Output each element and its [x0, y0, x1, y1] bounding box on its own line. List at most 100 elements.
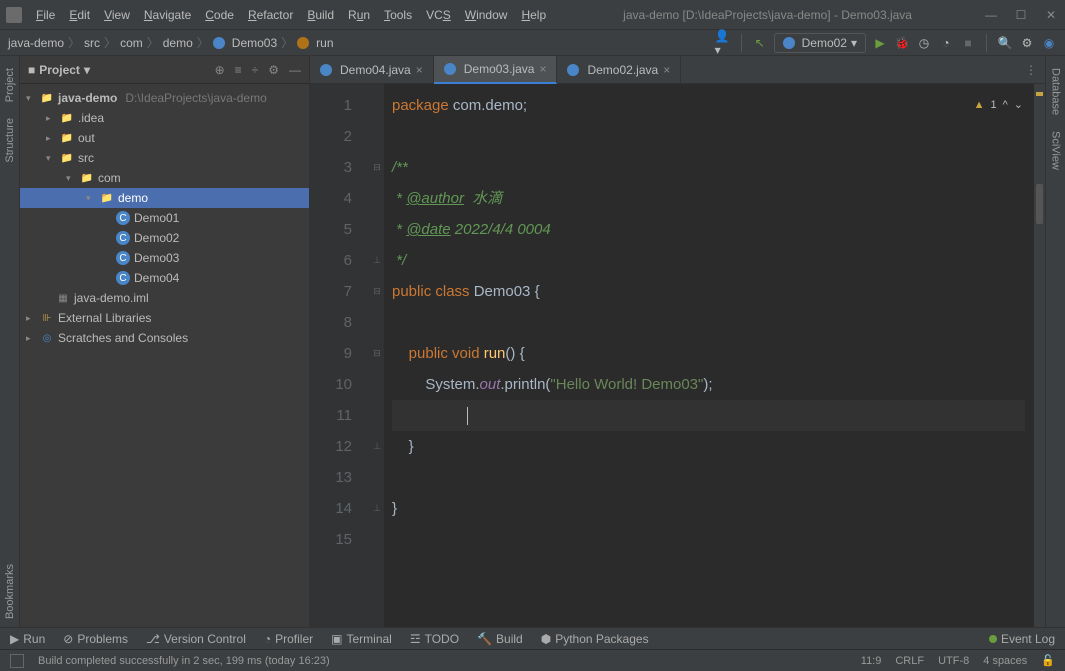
- tree-src[interactable]: ▾📁src: [20, 148, 309, 168]
- menu-vcs[interactable]: VCS: [420, 5, 457, 25]
- menu-help[interactable]: Help: [515, 5, 552, 25]
- file-encoding[interactable]: UTF-8: [938, 655, 969, 667]
- close-button[interactable]: ✕: [1043, 8, 1059, 22]
- tool-version-control[interactable]: ⎇ Version Control: [146, 632, 246, 646]
- editor-tab-more[interactable]: ⋮: [1017, 63, 1045, 77]
- menu-view[interactable]: View: [98, 5, 136, 25]
- close-tab-icon[interactable]: ×: [539, 62, 546, 76]
- tree-demo01[interactable]: CDemo01: [20, 208, 309, 228]
- menu-file[interactable]: File: [30, 5, 61, 25]
- menu-build[interactable]: Build: [301, 5, 340, 25]
- breadcrumb-sep: 〉: [68, 34, 80, 51]
- breadcrumb-sep: 〉: [104, 34, 116, 51]
- method-icon: [297, 37, 309, 49]
- hide-icon[interactable]: —: [289, 63, 301, 77]
- tree-demo04[interactable]: CDemo04: [20, 268, 309, 288]
- tree-root[interactable]: ▾📁 java-demo D:\IdeaProjects\java-demo: [20, 88, 309, 108]
- tool-profiler[interactable]: ◔ Profiler: [264, 632, 313, 646]
- collapse-all-icon[interactable]: ÷: [252, 63, 259, 77]
- tree-external-libraries[interactable]: ▸⊪External Libraries: [20, 308, 309, 328]
- menu-navigate[interactable]: Navigate: [138, 5, 197, 25]
- select-opened-file-icon[interactable]: ⊕: [215, 63, 225, 77]
- tool-project-tab[interactable]: Project: [2, 60, 18, 110]
- settings-icon[interactable]: ⚙: [268, 63, 279, 77]
- minimize-button[interactable]: —: [983, 8, 999, 22]
- build-icon[interactable]: ↖: [752, 35, 768, 51]
- dropdown-icon: ▾: [851, 36, 857, 50]
- run-configuration-selector[interactable]: Demo02 ▾: [774, 33, 866, 53]
- user-icon[interactable]: 👤▾: [715, 35, 731, 51]
- code-content[interactable]: ▲ 1 ^ ⌄ package com.demo; /** * @author …: [384, 84, 1033, 627]
- debug-button[interactable]: 🐞: [894, 35, 910, 51]
- coverage-button[interactable]: ◷: [916, 35, 932, 51]
- tab-label: Demo03.java: [464, 62, 535, 76]
- project-panel-title: ■ Project ▾: [28, 63, 90, 77]
- warning-marker[interactable]: [1036, 92, 1043, 96]
- scrollbar-thumb[interactable]: [1036, 184, 1043, 224]
- tool-event-log[interactable]: Event Log: [989, 632, 1055, 646]
- editor-tab-demo03[interactable]: Demo03.java ×: [434, 56, 558, 84]
- settings-button[interactable]: ⚙: [1019, 35, 1035, 51]
- window-title: java-demo [D:\IdeaProjects\java-demo] - …: [552, 8, 983, 22]
- tree-demo-pkg[interactable]: ▾📁demo: [20, 188, 309, 208]
- editor-tab-demo02[interactable]: Demo02.java ×: [557, 56, 681, 84]
- menu-code[interactable]: Code: [199, 5, 240, 25]
- run-config-label: Demo02: [802, 36, 847, 50]
- expand-all-icon[interactable]: ≡: [235, 63, 242, 77]
- menu-run[interactable]: Run: [342, 5, 376, 25]
- plugin-icon[interactable]: ◉: [1041, 35, 1057, 51]
- menu-refactor[interactable]: Refactor: [242, 5, 299, 25]
- tool-problems[interactable]: ⊘ Problems: [63, 632, 128, 646]
- warning-count: 1: [990, 90, 996, 121]
- search-everywhere-button[interactable]: 🔍: [997, 35, 1013, 51]
- tool-windows-icon[interactable]: [10, 654, 24, 668]
- editor-scrollbar[interactable]: [1033, 84, 1045, 627]
- menu-edit[interactable]: Edit: [63, 5, 96, 25]
- tool-build[interactable]: 🔨 Build: [477, 632, 523, 646]
- tool-run[interactable]: ▶ Run: [10, 632, 45, 646]
- chevron-down-icon[interactable]: ⌄: [1014, 90, 1023, 121]
- tree-scratches[interactable]: ▸◎Scratches and Consoles: [20, 328, 309, 348]
- tool-database-tab[interactable]: Database: [1048, 60, 1064, 123]
- menu-tools[interactable]: Tools: [378, 5, 418, 25]
- breadcrumb-src[interactable]: src: [84, 36, 100, 50]
- cursor-position[interactable]: 11:9: [861, 655, 882, 667]
- run-button[interactable]: ▶: [872, 35, 888, 51]
- close-tab-icon[interactable]: ×: [663, 63, 670, 77]
- profile-button[interactable]: ◔: [938, 35, 954, 51]
- titlebar: File Edit View Navigate Code Refactor Bu…: [0, 0, 1065, 30]
- breadcrumb-demo[interactable]: demo: [163, 36, 193, 50]
- tool-python-packages[interactable]: ⬢ Python Packages: [541, 632, 649, 646]
- status-dot-icon: [989, 635, 997, 643]
- app-logo-icon: [6, 7, 22, 23]
- editor-tabs: Demo04.java × Demo03.java × Demo02.java …: [310, 56, 1045, 84]
- tree-out[interactable]: ▸📁out: [20, 128, 309, 148]
- tree-com[interactable]: ▾📁com: [20, 168, 309, 188]
- tool-terminal[interactable]: ▣ Terminal: [331, 632, 392, 646]
- tree-demo02[interactable]: CDemo02: [20, 228, 309, 248]
- tree-iml[interactable]: ▦java-demo.iml: [20, 288, 309, 308]
- stop-button[interactable]: ■: [960, 35, 976, 51]
- toolbar-right: 👤▾ ↖ Demo02 ▾ ▶ 🐞 ◷ ◔ ■ 🔍 ⚙ ◉: [715, 33, 1057, 53]
- close-tab-icon[interactable]: ×: [416, 63, 423, 77]
- breadcrumb-com[interactable]: com: [120, 36, 143, 50]
- maximize-button[interactable]: ☐: [1013, 8, 1029, 22]
- tree-demo03[interactable]: CDemo03: [20, 248, 309, 268]
- fold-column[interactable]: ⊟⊥ ⊟⊟⊥ ⊥: [370, 84, 384, 627]
- tool-bookmarks-tab[interactable]: Bookmarks: [2, 556, 18, 627]
- editor-tab-demo04[interactable]: Demo04.java ×: [310, 56, 434, 84]
- breadcrumb-class[interactable]: Demo03: [232, 36, 277, 50]
- tool-sciview-tab[interactable]: SciView: [1048, 123, 1064, 178]
- tool-todo[interactable]: ☲ TODO: [410, 632, 459, 646]
- menu-window[interactable]: Window: [459, 5, 514, 25]
- breadcrumb-project[interactable]: java-demo: [8, 36, 64, 50]
- breadcrumb-method[interactable]: run: [316, 36, 333, 50]
- tool-structure-tab[interactable]: Structure: [2, 110, 18, 171]
- inspection-widget[interactable]: ▲ 1 ^ ⌄: [974, 90, 1023, 121]
- tree-idea[interactable]: ▸📁.idea: [20, 108, 309, 128]
- code-editor[interactable]: 12 34 56 78 910 1112 1314 15 ⊟⊥ ⊟⊟⊥ ⊥ ▲ …: [310, 84, 1045, 627]
- chevron-up-icon[interactable]: ^: [1003, 90, 1008, 121]
- readonly-lock-icon[interactable]: 🔓: [1041, 654, 1055, 667]
- indent-setting[interactable]: 4 spaces: [983, 655, 1027, 667]
- line-separator[interactable]: CRLF: [895, 655, 924, 667]
